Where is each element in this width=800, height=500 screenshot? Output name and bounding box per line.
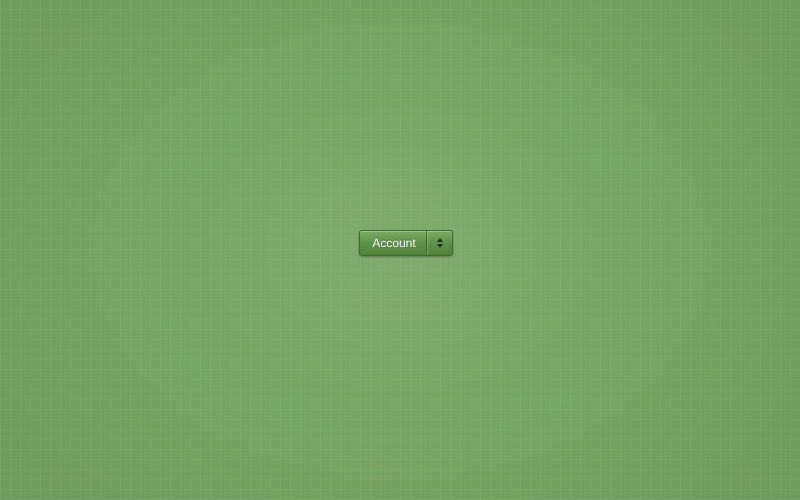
up-down-arrows-icon[interactable]: [427, 231, 452, 255]
account-select[interactable]: Account: [359, 230, 453, 256]
arrow-down-icon: [436, 244, 443, 248]
arrow-up-icon: [436, 238, 443, 242]
select-value: Account: [372, 236, 416, 250]
